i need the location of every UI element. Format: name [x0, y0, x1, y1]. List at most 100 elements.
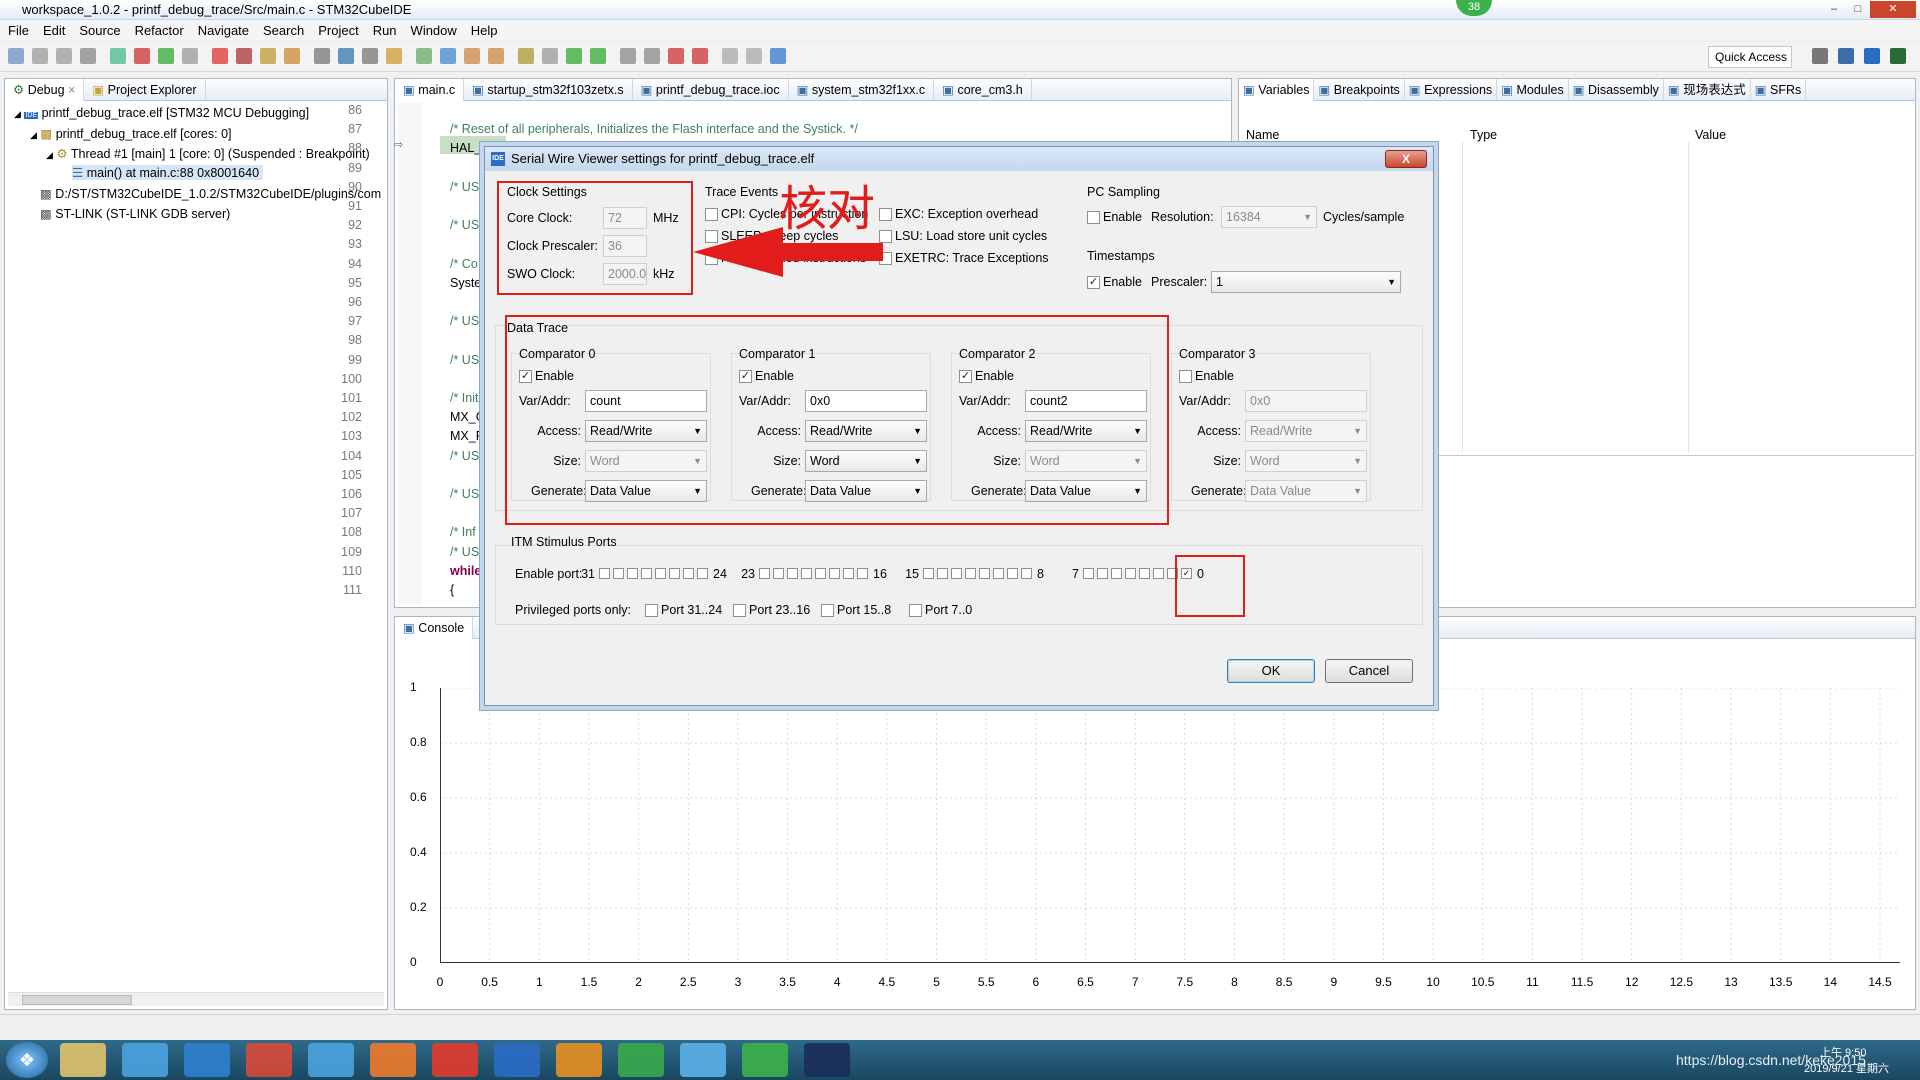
itm-port-checkbox[interactable] [1021, 568, 1032, 579]
tab-file-1[interactable]: ▣ startup_stm32f103zetx.s [464, 78, 633, 101]
cancel-button[interactable]: Cancel [1325, 659, 1413, 683]
ide-icon[interactable] [494, 1043, 540, 1077]
menu-edit[interactable]: Edit [43, 23, 65, 38]
quick-access-input[interactable]: Quick Access [1708, 46, 1792, 68]
tab-file-2[interactable]: ▣ printf_debug_trace.ioc [633, 78, 789, 101]
ok-button[interactable]: OK [1227, 659, 1315, 683]
code-line[interactable]: while [450, 564, 481, 578]
itm-port-checkbox[interactable] [1097, 568, 1108, 579]
media-icon[interactable] [432, 1043, 478, 1077]
back-icon[interactable] [668, 48, 684, 64]
browser-icon[interactable] [308, 1043, 354, 1077]
instruction-step-icon[interactable] [338, 48, 354, 64]
privileged-port-checkbox[interactable] [645, 604, 658, 617]
build-icon[interactable] [110, 48, 126, 64]
itm-port-checkbox[interactable] [683, 568, 694, 579]
explorer-icon[interactable] [60, 1043, 106, 1077]
external-tools-icon[interactable] [440, 48, 456, 64]
step-into-icon[interactable] [260, 48, 276, 64]
run-icon[interactable] [416, 48, 432, 64]
timestamps-prescaler-select[interactable]: 1 ▼ [1211, 271, 1401, 293]
tree-row-debug-config[interactable]: ◢ IDE printf_debug_trace.elf [STM32 MCU … [14, 106, 309, 120]
tree-row-thread[interactable]: ◢ ⚙ Thread #1 [main] 1 [core: 0] (Suspen… [46, 146, 370, 161]
itm-port-checkbox[interactable] [937, 568, 948, 579]
comparator-enable-checkbox[interactable] [1179, 370, 1192, 383]
itm-port-checkbox[interactable] [655, 568, 666, 579]
maximize-button[interactable]: □ [1846, 1, 1870, 18]
itm-port-checkbox[interactable] [979, 568, 990, 579]
step-over-icon[interactable] [284, 48, 300, 64]
mark-icon[interactable] [518, 48, 534, 64]
tab-file-3[interactable]: ▣ system_stm32f1xx.c [789, 78, 935, 101]
itm-port-checkbox[interactable] [923, 568, 934, 579]
access-select[interactable]: Read/Write ▼ [1245, 420, 1367, 442]
tab-view-6[interactable]: ▣ SFRs [1751, 78, 1807, 101]
menu-help[interactable]: Help [471, 23, 498, 38]
itm-port-checkbox[interactable] [669, 568, 680, 579]
tab-view-5[interactable]: ▣ 现场表达式 [1664, 78, 1751, 101]
pc-sampling-enable-checkbox[interactable] [1087, 211, 1100, 224]
resolution-select[interactable]: 16384 ▼ [1221, 206, 1317, 228]
timestamps-enable-checkbox[interactable]: ✓ [1087, 276, 1100, 289]
code-line[interactable]: /* Co [450, 257, 478, 271]
itm-port-checkbox[interactable] [965, 568, 976, 579]
exc-checkbox[interactable] [879, 208, 892, 221]
cpi-checkbox[interactable] [705, 208, 718, 221]
pdf-icon[interactable] [370, 1043, 416, 1077]
itm-port-checkbox[interactable] [951, 568, 962, 579]
disconnect-icon[interactable] [236, 48, 252, 64]
privileged-port-checkbox[interactable] [821, 604, 834, 617]
size-select[interactable]: Word ▼ [1245, 450, 1367, 472]
search-tool-icon[interactable] [556, 1043, 602, 1077]
privileged-port-checkbox[interactable] [909, 604, 922, 617]
code-line[interactable]: /* US [450, 545, 479, 559]
green-square-icon[interactable] [590, 48, 606, 64]
tab-view-1[interactable]: ▣ Breakpoints [1314, 78, 1405, 101]
itm-port-checkbox[interactable] [599, 568, 610, 579]
code-line[interactable]: /* US [450, 449, 479, 463]
health-icon[interactable] [618, 1043, 664, 1077]
tab-view-2[interactable]: ▣ Expressions [1405, 78, 1498, 101]
photoshop-icon[interactable] [804, 1043, 850, 1077]
code-line[interactable]: /* US [450, 314, 479, 328]
itm-port-checkbox[interactable] [759, 568, 770, 579]
column-header-value[interactable]: Value [1695, 128, 1726, 142]
itm-port-checkbox[interactable] [773, 568, 784, 579]
mx-icon[interactable] [1864, 48, 1880, 64]
itm-port-checkbox[interactable] [1111, 568, 1122, 579]
itm-port-checkbox[interactable] [857, 568, 868, 579]
dialog-close-button[interactable]: X [1385, 150, 1427, 168]
terminate-icon[interactable] [212, 48, 228, 64]
suspend-icon[interactable] [182, 48, 198, 64]
var-addr-input[interactable]: 0x0 [1245, 390, 1367, 412]
tab-view-3[interactable]: ▣ Modules [1497, 78, 1569, 101]
tab-console[interactable]: ▣ Console [395, 616, 474, 639]
start-button[interactable]: ❖ [6, 1042, 48, 1078]
close-icon[interactable]: × [68, 83, 75, 97]
itm-port-checkbox[interactable] [1139, 568, 1150, 579]
search-icon[interactable] [488, 48, 504, 64]
skip-breakpoints-icon[interactable] [134, 48, 150, 64]
tab-project-explorer[interactable]: ▣ Project Explorer [84, 78, 206, 101]
itm-port-checkbox[interactable] [1125, 568, 1136, 579]
itm-port-checkbox[interactable] [787, 568, 798, 579]
tab-debug[interactable]: ⚙ Debug × [5, 78, 85, 101]
column-header-type[interactable]: Type [1470, 128, 1497, 142]
cube-icon[interactable] [1890, 48, 1906, 64]
history-icon[interactable] [722, 48, 738, 64]
itm-port-checkbox[interactable] [1153, 568, 1164, 579]
code-line[interactable]: /* Init [450, 391, 479, 405]
photos-icon[interactable] [122, 1043, 168, 1077]
minimize-button[interactable]: – [1822, 1, 1846, 18]
horizontal-scrollbar[interactable] [8, 992, 384, 1006]
privileged-port-checkbox[interactable] [733, 604, 746, 617]
menu-file[interactable]: File [8, 23, 29, 38]
itm-port-checkbox[interactable] [613, 568, 624, 579]
menu-project[interactable]: Project [318, 23, 358, 38]
menu-run[interactable]: Run [373, 23, 397, 38]
tree-row-stlink[interactable]: ▩ ST-LINK (ST-LINK GDB server) [40, 206, 230, 221]
restart-icon[interactable] [362, 48, 378, 64]
generate-select[interactable]: Data Value ▼ [1245, 480, 1367, 502]
itm-port-checkbox[interactable] [829, 568, 840, 579]
chrome-icon[interactable] [246, 1043, 292, 1077]
